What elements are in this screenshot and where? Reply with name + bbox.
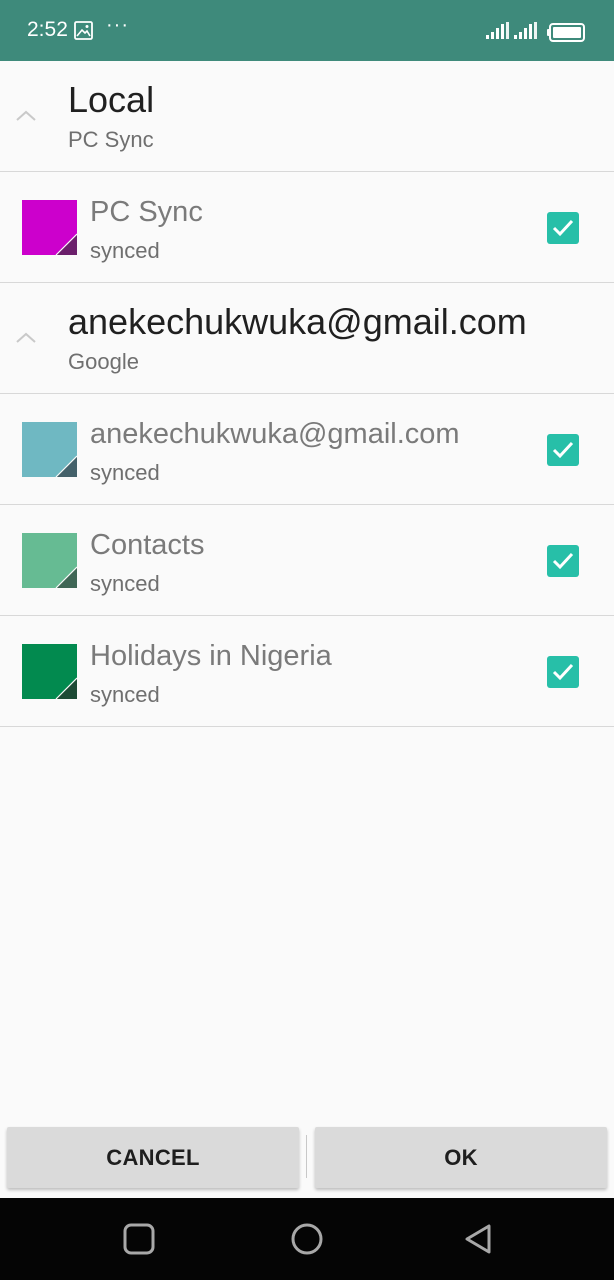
group-title: anekechukwuka@gmail.com	[68, 301, 527, 342]
group-header-local[interactable]: Local PC Sync	[0, 61, 614, 172]
sync-checkbox[interactable]	[547, 656, 579, 688]
status-bar: 2:52 ···	[0, 0, 614, 61]
cancel-button[interactable]: CANCEL	[7, 1127, 299, 1188]
checkmark-icon	[552, 552, 574, 570]
button-divider	[306, 1135, 307, 1178]
sync-checkbox[interactable]	[547, 434, 579, 466]
signal-icon	[486, 22, 509, 39]
chevron-up-icon[interactable]	[14, 330, 38, 344]
ok-button[interactable]: OK	[315, 1127, 607, 1188]
checkmark-icon	[552, 219, 574, 237]
recent-apps-icon[interactable]	[122, 1222, 156, 1256]
checkmark-icon	[552, 663, 574, 681]
group-subtitle: Google	[68, 349, 139, 374]
calendar-name: Contacts	[90, 529, 205, 561]
battery-icon	[547, 23, 585, 42]
home-icon[interactable]	[290, 1222, 324, 1256]
gallery-icon	[74, 21, 93, 40]
checkmark-icon	[552, 441, 574, 459]
calendar-row-holidays[interactable]: Holidays in Nigeria synced	[0, 616, 614, 727]
dialog-button-bar: CANCEL OK	[0, 1121, 614, 1198]
calendar-status: synced	[90, 460, 160, 485]
calendar-name: PC Sync	[90, 196, 203, 228]
group-title: Local	[68, 79, 155, 120]
calendar-color-swatch[interactable]	[22, 644, 77, 699]
calendar-status: synced	[90, 238, 160, 263]
navigation-bar	[0, 1198, 614, 1280]
back-icon[interactable]	[461, 1222, 495, 1256]
calendar-row-contacts[interactable]: Contacts synced	[0, 505, 614, 616]
group-header-google[interactable]: anekechukwuka@gmail.com Google	[0, 283, 614, 394]
status-time: 2:52	[27, 18, 68, 41]
calendar-color-swatch[interactable]	[22, 533, 77, 588]
calendar-status: synced	[90, 682, 160, 707]
calendar-color-swatch[interactable]	[22, 200, 77, 255]
calendar-row-pc-sync[interactable]: PC Sync synced	[0, 172, 614, 283]
calendar-name: anekechukwuka@gmail.com	[90, 418, 460, 450]
group-subtitle: PC Sync	[68, 127, 154, 152]
sync-checkbox[interactable]	[547, 545, 579, 577]
calendar-row-gmail[interactable]: anekechukwuka@gmail.com synced	[0, 394, 614, 505]
calendar-status: synced	[90, 571, 160, 596]
calendar-color-swatch[interactable]	[22, 422, 77, 477]
more-notifications-icon: ···	[106, 14, 129, 36]
calendar-name: Holidays in Nigeria	[90, 640, 332, 672]
chevron-up-icon[interactable]	[14, 108, 38, 122]
signal-icon	[514, 22, 537, 39]
sync-checkbox[interactable]	[547, 212, 579, 244]
calendar-list: Local PC Sync PC Sync synced anekechukwu…	[0, 61, 614, 1121]
